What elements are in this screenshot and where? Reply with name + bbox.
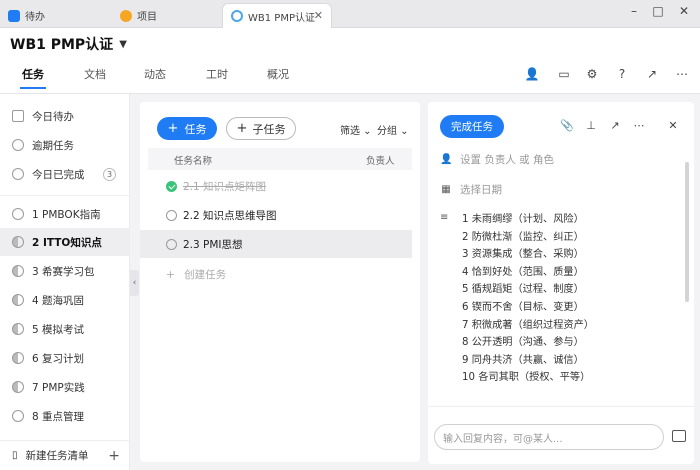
add-user-icon: 👤	[440, 154, 453, 165]
open-external-icon[interactable]: ↗	[644, 66, 660, 82]
col-owner: 负责人	[366, 156, 395, 167]
reply-input[interactable]: 输入回复内容，可@某人...	[434, 424, 664, 450]
tab-overview[interactable]: 概况	[267, 66, 289, 82]
project-title[interactable]: WB1 PMP认证 ▼	[10, 34, 127, 54]
half-circle-icon	[12, 381, 24, 393]
scrollbar[interactable]	[685, 162, 689, 302]
divider	[428, 406, 694, 407]
project-circle-icon	[231, 10, 243, 22]
browser-tab-wb1[interactable]: WB1 PMP认证 ✕	[222, 3, 332, 28]
task-checkbox[interactable]	[166, 209, 177, 221]
stamp-icon[interactable]: ⊥	[584, 119, 598, 133]
table-row[interactable]: 2.2 知识点思维导图	[140, 201, 412, 229]
count-badge: 3	[103, 167, 116, 181]
chevron-down-icon: ▼	[119, 38, 127, 50]
document-icon: ▯	[12, 450, 18, 461]
group-dropdown[interactable]: 分组 ⌄	[377, 122, 409, 137]
table-row[interactable]: 2.3 PMI思想	[140, 230, 412, 258]
browser-tab-label: 待办	[25, 12, 45, 23]
minimize-icon[interactable]: –	[624, 4, 644, 18]
sidebar-item-list[interactable]: 6 复习计划	[0, 344, 130, 372]
filter-dropdown[interactable]: 筛选 ⌄	[340, 122, 372, 137]
half-circle-icon	[12, 236, 24, 248]
date-field[interactable]: ▦ 选择日期	[440, 182, 502, 197]
project-header: WB1 PMP认证 ▼ 任务 文档 动态 工时 概况 👤 ▭ ⚙ ? ↗ ⋯	[0, 28, 700, 94]
circle-icon	[12, 208, 24, 220]
task-description[interactable]: 1 未雨绸缪（计划、风险） 2 防微杜渐（监控、纠正） 3 资源集成（整合、采购…	[462, 210, 682, 386]
col-task-name: 任务名称	[174, 156, 213, 167]
plus-icon: +	[167, 121, 179, 136]
clock-icon	[12, 139, 24, 151]
more-icon[interactable]: ⋯	[632, 119, 646, 133]
browser-tab-label: WB1 PMP认证	[248, 12, 315, 24]
sidebar-item-list[interactable]: 4 题海巩固	[0, 286, 130, 314]
add-task-button[interactable]: + 任务	[157, 117, 217, 140]
table-row[interactable]: 2.1 知识点矩阵图	[140, 172, 412, 200]
project-icon	[120, 9, 132, 22]
sidebar: 今日待办 逾期任务 今日已完成 3 1 PMBOK指南 2 ITTO知识点 3 …	[0, 94, 130, 470]
todo-check-icon	[8, 9, 20, 22]
plus-icon[interactable]: +	[108, 448, 120, 464]
plus-icon: +	[166, 269, 175, 281]
calendar-icon: ▦	[441, 184, 451, 195]
sidebar-item-list[interactable]: 7 PMP实践	[0, 373, 130, 401]
browser-tab-strip: 待办 项目 WB1 PMP认证 ✕ – □ ✕	[0, 0, 700, 28]
tab-docs[interactable]: 文档	[84, 66, 106, 82]
half-circle-icon	[12, 265, 24, 277]
half-circle-icon	[12, 294, 24, 306]
half-circle-icon	[12, 352, 24, 364]
sidebar-item-list[interactable]: 2 ITTO知识点	[0, 228, 130, 256]
browser-tab-label: 项目	[137, 12, 157, 23]
close-tab-icon[interactable]: ✕	[314, 9, 323, 22]
half-circle-icon	[12, 323, 24, 335]
collapse-sidebar-handle[interactable]: ‹	[130, 270, 139, 296]
attachment-icon[interactable]: 📎	[560, 119, 574, 133]
close-window-icon[interactable]: ✕	[674, 4, 694, 18]
task-checkbox[interactable]	[166, 180, 177, 192]
divider	[0, 195, 130, 196]
image-icon[interactable]	[672, 430, 686, 442]
check-circle-icon	[12, 168, 24, 180]
sidebar-item-done-today[interactable]: 今日已完成 3	[0, 160, 130, 188]
maximize-icon[interactable]: □	[648, 4, 668, 18]
sidebar-item-list[interactable]: 1 PMBOK指南	[0, 200, 130, 228]
browser-tab-project[interactable]: 项目	[112, 3, 222, 28]
description-icon: ≡	[440, 212, 449, 223]
complete-task-button[interactable]: 完成任务	[440, 115, 504, 138]
sidebar-item-list[interactable]: 5 模拟考试	[0, 315, 130, 343]
tab-activity[interactable]: 动态	[144, 66, 166, 82]
help-icon[interactable]: ?	[614, 66, 630, 82]
task-detail-panel: 完成任务 📎 ⊥ ↗ ⋯ ✕ 👤 设置 负责人 或 角色 ▦ 选择日期 ≡ 1 …	[428, 102, 694, 464]
tab-worktime[interactable]: 工时	[206, 66, 228, 82]
calendar-icon	[12, 110, 24, 122]
create-task-link[interactable]: + 创建任务	[166, 267, 226, 282]
open-external-icon[interactable]: ↗	[608, 119, 622, 133]
gear-icon[interactable]: ⚙	[584, 66, 600, 82]
sidebar-item-today[interactable]: 今日待办	[0, 102, 130, 130]
plus-icon: +	[236, 121, 248, 136]
chat-icon[interactable]: ▭	[556, 66, 572, 82]
task-list-panel: + 任务 + 子任务 筛选 ⌄ 分组 ⌄ 任务名称 负责人 2.1 知识点矩阵图…	[140, 102, 420, 462]
assignee-field[interactable]: 👤 设置 负责人 或 角色	[440, 152, 554, 167]
close-icon[interactable]: ✕	[666, 119, 680, 133]
browser-tab-todo[interactable]: 待办	[0, 3, 110, 28]
tab-tasks[interactable]: 任务	[20, 66, 46, 89]
member-icon[interactable]: 👤	[524, 66, 540, 82]
sidebar-item-list[interactable]: 3 希赛学习包	[0, 257, 130, 285]
more-icon[interactable]: ⋯	[674, 66, 690, 82]
new-list-button[interactable]: ▯ 新建任务清单 +	[0, 440, 130, 470]
task-checkbox[interactable]	[166, 238, 177, 250]
sidebar-item-list[interactable]: 8 重点管理	[0, 402, 130, 430]
circle-icon	[12, 410, 24, 422]
sidebar-item-overdue[interactable]: 逾期任务	[0, 131, 130, 159]
add-subtask-button[interactable]: + 子任务	[226, 117, 296, 140]
column-header: 任务名称 负责人	[148, 148, 412, 170]
